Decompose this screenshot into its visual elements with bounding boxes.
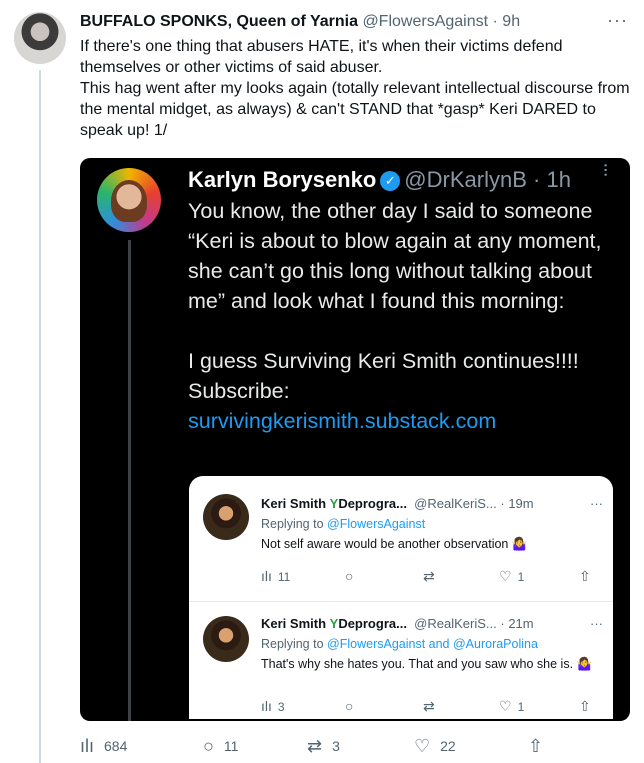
replying-to: Replying to @FlowersAgainst bbox=[261, 516, 425, 532]
reply-deprogram: Deprogra... bbox=[338, 616, 407, 631]
share-icon: ⇧ bbox=[579, 698, 591, 714]
reply-button[interactable]: ○ 11 bbox=[203, 736, 238, 756]
embedded-avatar bbox=[97, 168, 161, 232]
views-button[interactable]: ılı 684 bbox=[80, 736, 127, 756]
reply-likes-count: 1 bbox=[517, 700, 525, 714]
embedded-time: 1h bbox=[546, 167, 571, 192]
views-icon: ılı bbox=[80, 736, 95, 756]
reply-more-icon: ··· bbox=[590, 496, 603, 511]
likes-count: 22 bbox=[440, 738, 456, 754]
like-button[interactable]: ♡ 22 bbox=[414, 736, 456, 756]
author-handle[interactable]: @FlowersAgainst bbox=[362, 13, 488, 30]
share-icon: ⇧ bbox=[579, 568, 591, 584]
reply-comment: ○ bbox=[345, 568, 359, 585]
reply-time: 21m bbox=[508, 616, 534, 631]
replying-to-label: Replying to bbox=[261, 517, 324, 531]
tweet-text-line: This hag went after my looks again (tota… bbox=[80, 80, 630, 139]
embedded-more-icon: ··· bbox=[595, 162, 617, 176]
retweets-count: 3 bbox=[332, 738, 340, 754]
views-icon: ılı bbox=[261, 698, 272, 714]
reply-separator: · bbox=[500, 616, 505, 631]
separator-dot: · bbox=[492, 13, 498, 30]
reply-handle: @RealKeriS... bbox=[414, 616, 497, 631]
retweet-button[interactable]: ⇄ 3 bbox=[307, 736, 340, 756]
tweet-text: If there's one thing that abusers HATE, … bbox=[80, 36, 630, 141]
embedded-header: Karlyn Borysenko ✓ @DrKarlynB · 1h bbox=[188, 166, 571, 194]
views-count: 684 bbox=[104, 738, 128, 754]
replying-to-mentions: @FlowersAgainst bbox=[327, 517, 426, 531]
tweet-time[interactable]: 9h bbox=[502, 13, 520, 30]
replying-to: Replying to @FlowersAgainst and @AuroraP… bbox=[261, 636, 538, 652]
like-icon: ♡ bbox=[499, 698, 512, 714]
like-icon: ♡ bbox=[499, 568, 512, 584]
reply-actions: ılı 3 ○ ⇄ ♡ 1 ⇧ bbox=[261, 698, 601, 714]
reply-divider bbox=[189, 601, 613, 602]
reply-icon: ○ bbox=[203, 736, 214, 756]
embedded-thread-line bbox=[128, 240, 131, 721]
reply-more-icon: ··· bbox=[590, 616, 603, 631]
reply-views: ılı 11 bbox=[261, 568, 290, 585]
reply-views: ılı 3 bbox=[261, 698, 285, 715]
embedded-name: Karlyn Borysenko bbox=[188, 167, 377, 192]
reply-like: ♡ 1 bbox=[499, 698, 524, 715]
reply-header: Keri Smith YDeprogra... @RealKeriS... · … bbox=[261, 616, 534, 632]
share-icon: ⇧ bbox=[528, 736, 544, 756]
sprout-icon: Y bbox=[329, 496, 339, 511]
tweet-header: BUFFALO SPONKS, Queen of Yarnia @Flowers… bbox=[80, 12, 520, 32]
tweet-text-line: If there's one thing that abusers HATE, … bbox=[80, 38, 563, 76]
reply-header: Keri Smith YDeprogra... @RealKeriS... · … bbox=[261, 496, 534, 512]
sprout-icon: Y bbox=[329, 616, 339, 631]
reply-comment: ○ bbox=[345, 698, 359, 715]
reply-name: Keri Smith bbox=[261, 616, 327, 631]
embedded-text-line: I guess Surviving Keri Smith continues!!… bbox=[188, 349, 579, 373]
reply-retweet: ⇄ bbox=[423, 698, 441, 715]
author-avatar[interactable] bbox=[14, 12, 66, 64]
more-icon[interactable]: ··· bbox=[607, 10, 628, 31]
reply-like: ♡ 1 bbox=[499, 568, 524, 585]
reply-share: ⇧ bbox=[579, 568, 597, 585]
reply-icon: ○ bbox=[345, 698, 354, 714]
like-icon: ♡ bbox=[414, 736, 431, 756]
reply-icon: ○ bbox=[345, 568, 354, 584]
retweet-icon: ⇄ bbox=[423, 698, 435, 714]
reply-avatar bbox=[203, 616, 249, 662]
reply-likes-count: 1 bbox=[517, 570, 525, 584]
share-button[interactable]: ⇧ bbox=[528, 736, 553, 756]
replying-to-mentions: @FlowersAgainst and @AuroraPolina bbox=[327, 637, 538, 651]
reply-text: Not self aware would be another observat… bbox=[261, 537, 528, 551]
tweet-actions: ılı 684 ○ 11 ⇄ 3 ♡ 22 ⇧ bbox=[80, 736, 630, 756]
reply-name: Keri Smith bbox=[261, 496, 327, 511]
replies-count: 11 bbox=[223, 738, 239, 754]
views-icon: ılı bbox=[261, 568, 272, 584]
reply-views-count: 3 bbox=[277, 700, 285, 714]
reply-separator: · bbox=[500, 496, 505, 511]
embedded-screenshot[interactable]: Karlyn Borysenko ✓ @DrKarlynB · 1h ··· You… bbox=[80, 158, 630, 721]
reply-handle: @RealKeriS... bbox=[414, 496, 497, 511]
retweet-icon: ⇄ bbox=[423, 568, 435, 584]
embedded-handle: @DrKarlynB bbox=[404, 167, 527, 192]
embedded-text-line: Subscribe: bbox=[188, 379, 290, 403]
embedded-link: survivingkerismith.substack.com bbox=[188, 409, 497, 433]
embedded-separator: · bbox=[533, 167, 541, 192]
thread-line bbox=[39, 70, 41, 763]
verified-badge-icon: ✓ bbox=[380, 171, 401, 191]
reply-actions: ılı 11 ○ ⇄ ♡ 1 ⇧ bbox=[261, 568, 601, 584]
author-name[interactable]: BUFFALO SPONKS, Queen of Yarnia bbox=[80, 13, 358, 30]
embedded-text: You know, the other day I said to someon… bbox=[188, 196, 618, 436]
reply-retweet: ⇄ bbox=[423, 568, 441, 585]
reply-share: ⇧ bbox=[579, 698, 597, 715]
reply-time: 19m bbox=[508, 496, 534, 511]
replying-to-label: Replying to bbox=[261, 637, 324, 651]
reply-views-count: 11 bbox=[277, 570, 291, 584]
reply-deprogram: Deprogra... bbox=[338, 496, 407, 511]
reply-avatar bbox=[203, 494, 249, 540]
reply-text: That's why she hates you. That and you s… bbox=[261, 657, 593, 671]
retweet-icon: ⇄ bbox=[307, 736, 323, 756]
embedded-text-line: You know, the other day I said to someon… bbox=[188, 199, 602, 313]
embedded-replies-card: Keri Smith YDeprogra... @RealKeriS... · … bbox=[189, 476, 613, 719]
